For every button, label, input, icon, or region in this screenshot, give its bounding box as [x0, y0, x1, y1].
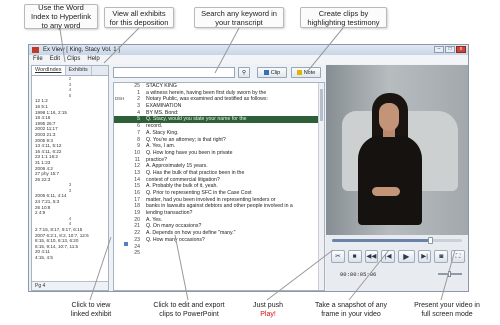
- arrow-powerpoint: [174, 234, 189, 301]
- callout-arrows: [59, 27, 456, 301]
- caption-snapshot: Take a snapshot of any frame in your vid…: [315, 302, 387, 318]
- caption-linked-exhibit: Click to view linked exhibit: [70, 302, 112, 318]
- arrow-word-index: [59, 28, 66, 63]
- arrow-fullscreen: [440, 249, 456, 301]
- arrow-snapshot: [348, 249, 390, 301]
- arrow-play: [266, 249, 334, 301]
- caption-play: Just push Play!: [253, 302, 283, 318]
- caption-powerpoint: Click to edit and export clips to PowerP…: [153, 302, 225, 318]
- caption-fullscreen: Present your video in full screen mode: [414, 302, 480, 318]
- arrow-search: [214, 27, 240, 74]
- arrow-view-exhibits: [103, 27, 140, 64]
- arrow-create-clips: [306, 27, 344, 73]
- arrow-linked-exhibit: [89, 236, 112, 301]
